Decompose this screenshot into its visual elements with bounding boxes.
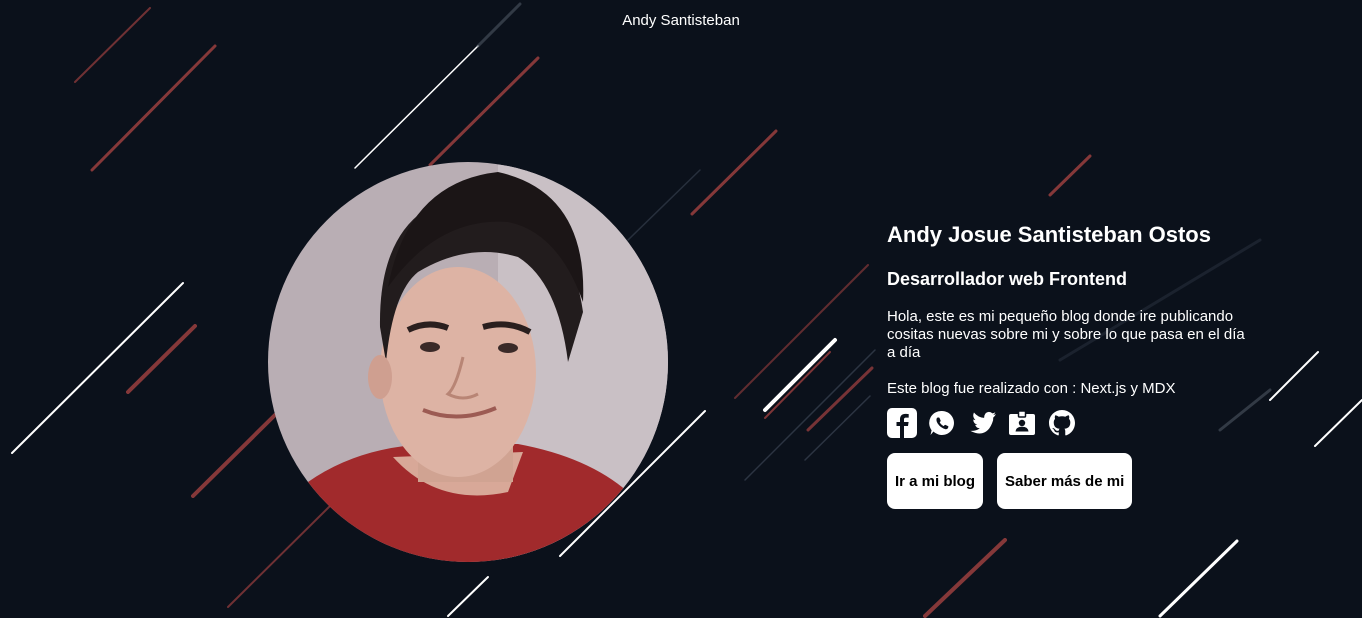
social-links <box>887 408 1267 438</box>
profile-name: Andy Josue Santisteban Ostos <box>887 222 1211 247</box>
profile-bio: Hola, este es mi pequeño blog donde ire … <box>887 308 1245 361</box>
github-icon <box>1049 410 1075 436</box>
go-to-blog-button[interactable]: Ir a mi blog <box>887 453 984 509</box>
twitter-icon <box>970 411 996 434</box>
whatsapp-icon <box>929 410 954 435</box>
contact-card-link[interactable] <box>1007 408 1037 438</box>
facebook-icon <box>887 408 917 438</box>
facebook-link[interactable] <box>887 408 917 438</box>
twitter-link[interactable] <box>967 408 997 438</box>
profile-role: Desarrollador web Frontend <box>887 269 1128 289</box>
site-title[interactable]: Andy Santisteban <box>0 12 1362 29</box>
profile-photo <box>268 162 668 562</box>
github-link[interactable] <box>1047 408 1077 438</box>
tech-stack-text: Este blog fue realizado con : Next.js y … <box>887 380 1176 397</box>
profile-photo-illustration <box>268 162 668 562</box>
profile-info: Andy Josue Santisteban Ostos Desarrollad… <box>887 222 1267 509</box>
whatsapp-link[interactable] <box>927 408 957 438</box>
action-buttons: Ir a mi blog Saber más de mi <box>887 453 1267 509</box>
about-me-button[interactable]: Saber más de mi <box>997 453 1133 509</box>
contact-card-icon <box>1009 411 1035 435</box>
